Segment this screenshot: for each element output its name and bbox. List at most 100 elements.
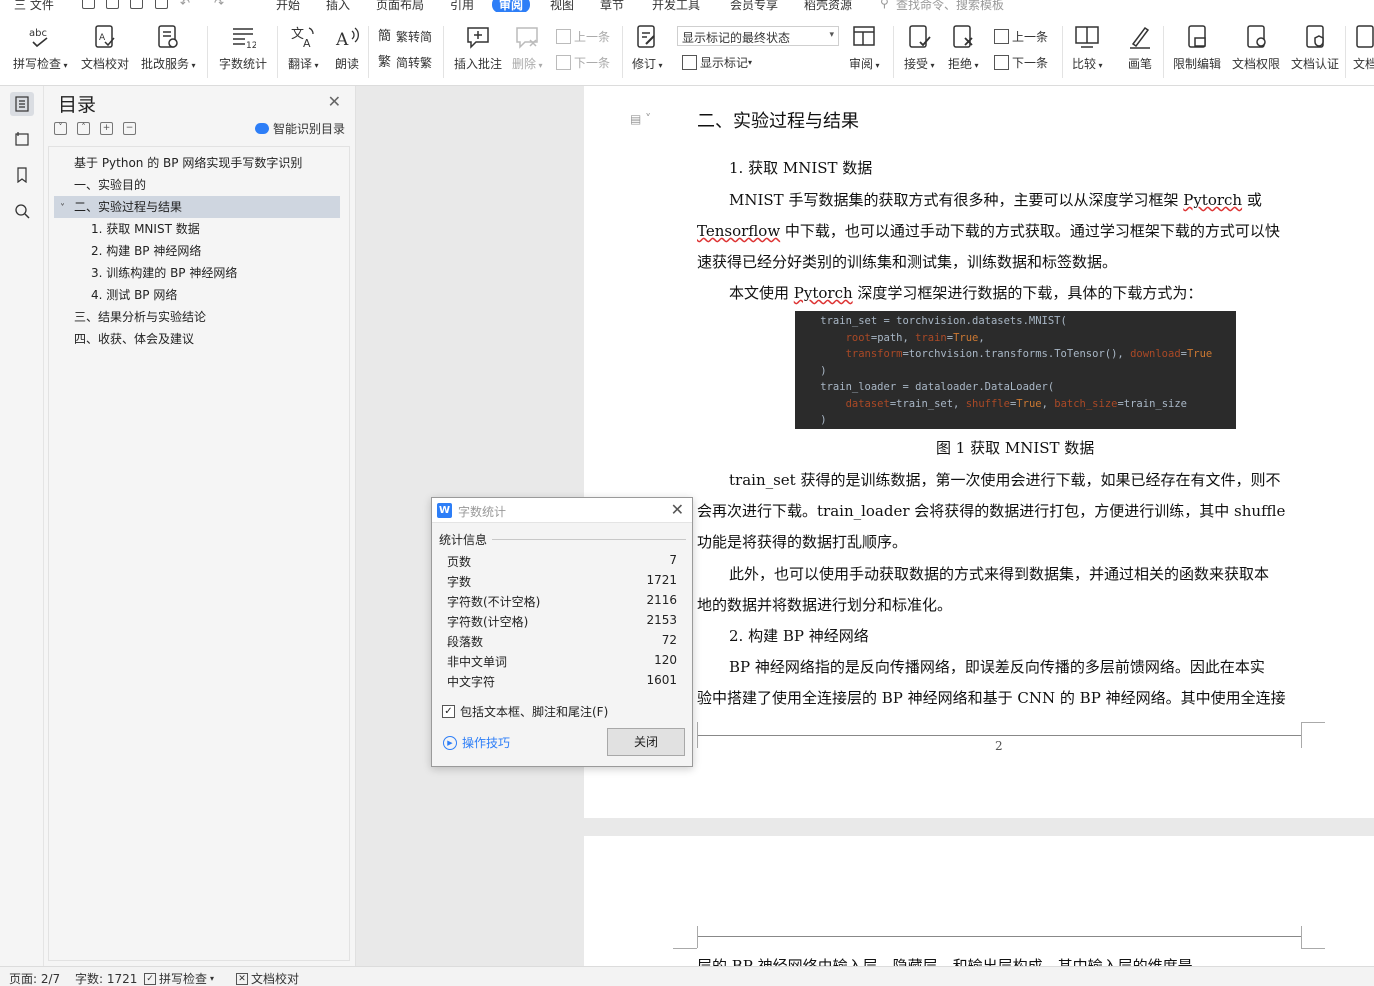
header-rule [697, 936, 1301, 937]
svg-text:abc: abc [29, 28, 47, 39]
spell-check-toggle[interactable]: ✓ 拼写检查 ▾ [144, 970, 214, 986]
search-icon[interactable]: ⚲ [880, 0, 889, 10]
file-menu[interactable]: 三 文件 [14, 0, 54, 12]
expand-all-icon[interactable]: + [100, 122, 113, 135]
accept-button[interactable]: 接受 ▾ [904, 24, 935, 72]
command-search[interactable]: 查找命令、搜索模板 [896, 0, 1004, 12]
toc-item-train-bp[interactable]: 3. 训练构建的 BP 神经网络 [91, 262, 237, 284]
compare-button[interactable]: 比较 ▾ [1072, 24, 1103, 72]
toc-item-build-bp[interactable]: 2. 构建 BP 神经网络 [91, 240, 201, 262]
include-textbox-checkbox[interactable]: ✓ 包括文本框、脚注和尾注(F) [442, 703, 608, 720]
tab-docer[interactable]: 稻壳资源 [804, 0, 852, 12]
restrict-edit-button[interactable]: 限制编辑 [1173, 24, 1221, 72]
paragraph-line: 此外，也可以使用手动获取数据的方式来得到数据集，并通过相关的函数来获取本 [729, 565, 1270, 583]
toc-item-gains[interactable]: 四、收获、体会及建议 [74, 328, 194, 350]
paragraph-line: 会再次进行下载。train_loader 会将获得的数据进行打包，方便进行训练，… [697, 502, 1286, 520]
smart-toc-button[interactable]: 智能识别目录 [254, 120, 345, 137]
paragraph-menu-icon[interactable]: ▤ ˅ [630, 112, 651, 126]
toc-item-test-bp[interactable]: 4. 测试 BP 网络 [91, 284, 177, 306]
doc-proof-button[interactable]: A 文档校对 [81, 24, 129, 72]
toc-item-purpose[interactable]: 一、实验目的 [74, 174, 146, 196]
toc-icon[interactable] [10, 92, 34, 116]
more-doc-button[interactable]: 文档 [1352, 24, 1374, 72]
prev-change-button[interactable]: 上一条 [994, 28, 1048, 45]
collapse-up-icon[interactable]: ˄ [77, 122, 90, 135]
tab-references[interactable]: 引用 [450, 0, 474, 12]
print-preview-icon[interactable] [155, 0, 168, 9]
pen-button[interactable]: 画笔 [1127, 24, 1153, 72]
toc-toolbar: ˅ ˄ + − [54, 122, 136, 135]
undo-icon[interactable]: ↶ ˅ [180, 0, 200, 10]
doc-permission-button[interactable]: 文档权限 [1232, 24, 1280, 72]
tab-view[interactable]: 视图 [550, 0, 574, 12]
toc-item-title[interactable]: 基于 Python 的 BP 网络实现手写数字识别 [74, 152, 302, 174]
tab-chapter[interactable]: 章节 [600, 0, 624, 12]
ribbon: abc 拼写检查 ▾ A 文档校对 批改服务 ▾ 12 字数统计 文A 翻译 ▾… [0, 12, 1374, 86]
prev-comment-button[interactable]: 上一条 [556, 28, 610, 45]
dialog-titlebar[interactable]: W 字数统计 ✕ [432, 498, 692, 523]
save-icon[interactable] [82, 0, 95, 9]
toc-title: 目录 [58, 94, 97, 116]
search-icon[interactable] [10, 199, 34, 223]
markup-state-select[interactable]: 显示标记的最终状态 ▾ [677, 26, 839, 46]
document-page-next[interactable] [584, 836, 1374, 966]
delete-comment-icon [514, 24, 540, 50]
collapse-all-icon[interactable]: − [123, 122, 136, 135]
tab-home[interactable]: 开始 [276, 0, 300, 12]
close-icon[interactable]: ✕ [671, 500, 684, 519]
next-comment-button[interactable]: 下一条 [556, 54, 610, 71]
track-changes-button[interactable]: 修订 ▾ [632, 24, 663, 72]
ribbon-divider [622, 26, 623, 78]
doc-auth-button[interactable]: 文档认证 [1291, 24, 1339, 72]
next-comment-icon [556, 55, 571, 70]
code-line: transform=torchvision.transforms.ToTenso… [845, 348, 1213, 360]
review-pane-button[interactable]: 审阅 ▾ [849, 24, 880, 72]
paragraph-line: 地的数据并将数据进行划分和标准化。 [697, 596, 953, 614]
trad-to-simp-button[interactable]: 簡繁转简 [378, 28, 432, 45]
doc-proof-toggle[interactable]: ✕ 文档校对 [236, 970, 299, 986]
paragraph-line: BP 神经网络指的是反向传播网络，即误差反向传播的多层前馈网络。因此在本实 [729, 658, 1265, 676]
tips-link[interactable]: ▶ 操作技巧 [443, 734, 510, 751]
translate-icon: 文A [290, 24, 316, 50]
close-button[interactable]: 关闭 [607, 728, 685, 756]
paragraph-line: 功能是将获得的数据打乱顺序。 [697, 533, 908, 551]
simp-to-trad-button[interactable]: 繁简转繁 [378, 54, 432, 71]
tab-layout[interactable]: 页面布局 [376, 0, 424, 12]
page-indicator[interactable]: 页面: 2/7 [9, 970, 60, 986]
show-markup-button[interactable]: 显示标记 ▾ [682, 54, 752, 71]
spell-check-button[interactable]: abc 拼写检查 ▾ [13, 24, 68, 72]
next-change-button[interactable]: 下一条 [994, 54, 1048, 71]
reject-icon [950, 24, 976, 50]
collapse-down-icon[interactable]: ˅ [54, 122, 67, 135]
tab-developer[interactable]: 开发工具 [652, 0, 700, 12]
dialog-title: 字数统计 [458, 505, 507, 519]
reject-button[interactable]: 拒绝 ▾ [948, 24, 979, 72]
read-aloud-button[interactable]: A 朗读 [334, 24, 360, 72]
chevron-down-icon: ▾ [829, 30, 834, 40]
chevron-down-icon[interactable]: ˅ [60, 198, 74, 220]
insert-comment-button[interactable]: 插入批注 [454, 24, 502, 72]
save-as-icon[interactable] [106, 0, 119, 9]
translate-button[interactable]: 文A 翻译 ▾ [288, 24, 319, 72]
redo-icon[interactable]: ↷ ˅ [214, 0, 234, 10]
word-count-indicator[interactable]: 字数: 1721 [75, 970, 137, 986]
document-icon [1352, 24, 1374, 50]
toc-item-analysis[interactable]: 三、结果分析与实验结论 [74, 306, 206, 328]
tab-insert[interactable]: 插入 [326, 0, 350, 12]
tab-review[interactable]: 审阅 [492, 0, 531, 12]
close-icon[interactable]: ✕ [328, 92, 341, 111]
word-count-dialog: W 字数统计 ✕ 统计信息 页数 7 字数 1721 字符数(不计空格) 2116 字… [431, 497, 693, 767]
chapter-icon[interactable] [10, 127, 34, 151]
revise-service-button[interactable]: 批改服务 ▾ [141, 24, 196, 72]
page-number: 2 [995, 739, 1003, 753]
delete-comment-button[interactable]: 删除 ▾ [512, 24, 543, 72]
toc-panel: 目录 ✕ ˅ ˄ + − 智能识别目录 基于 Python 的 BP 网络实现手… [44, 86, 356, 966]
toc-item-mnist[interactable]: 1. 获取 MNIST 数据 [91, 218, 200, 240]
tab-member[interactable]: 会员专享 [730, 0, 778, 12]
stat-row-chars-no-spaces: 字符数(不计空格) 2116 [447, 593, 677, 609]
toc-item-process[interactable]: ˅ 二、实验过程与结果 [54, 196, 340, 218]
print-icon[interactable] [130, 0, 143, 9]
pen-icon [1127, 24, 1153, 50]
bookmark-icon[interactable] [10, 163, 34, 187]
word-count-button[interactable]: 12 字数统计 [219, 24, 267, 72]
